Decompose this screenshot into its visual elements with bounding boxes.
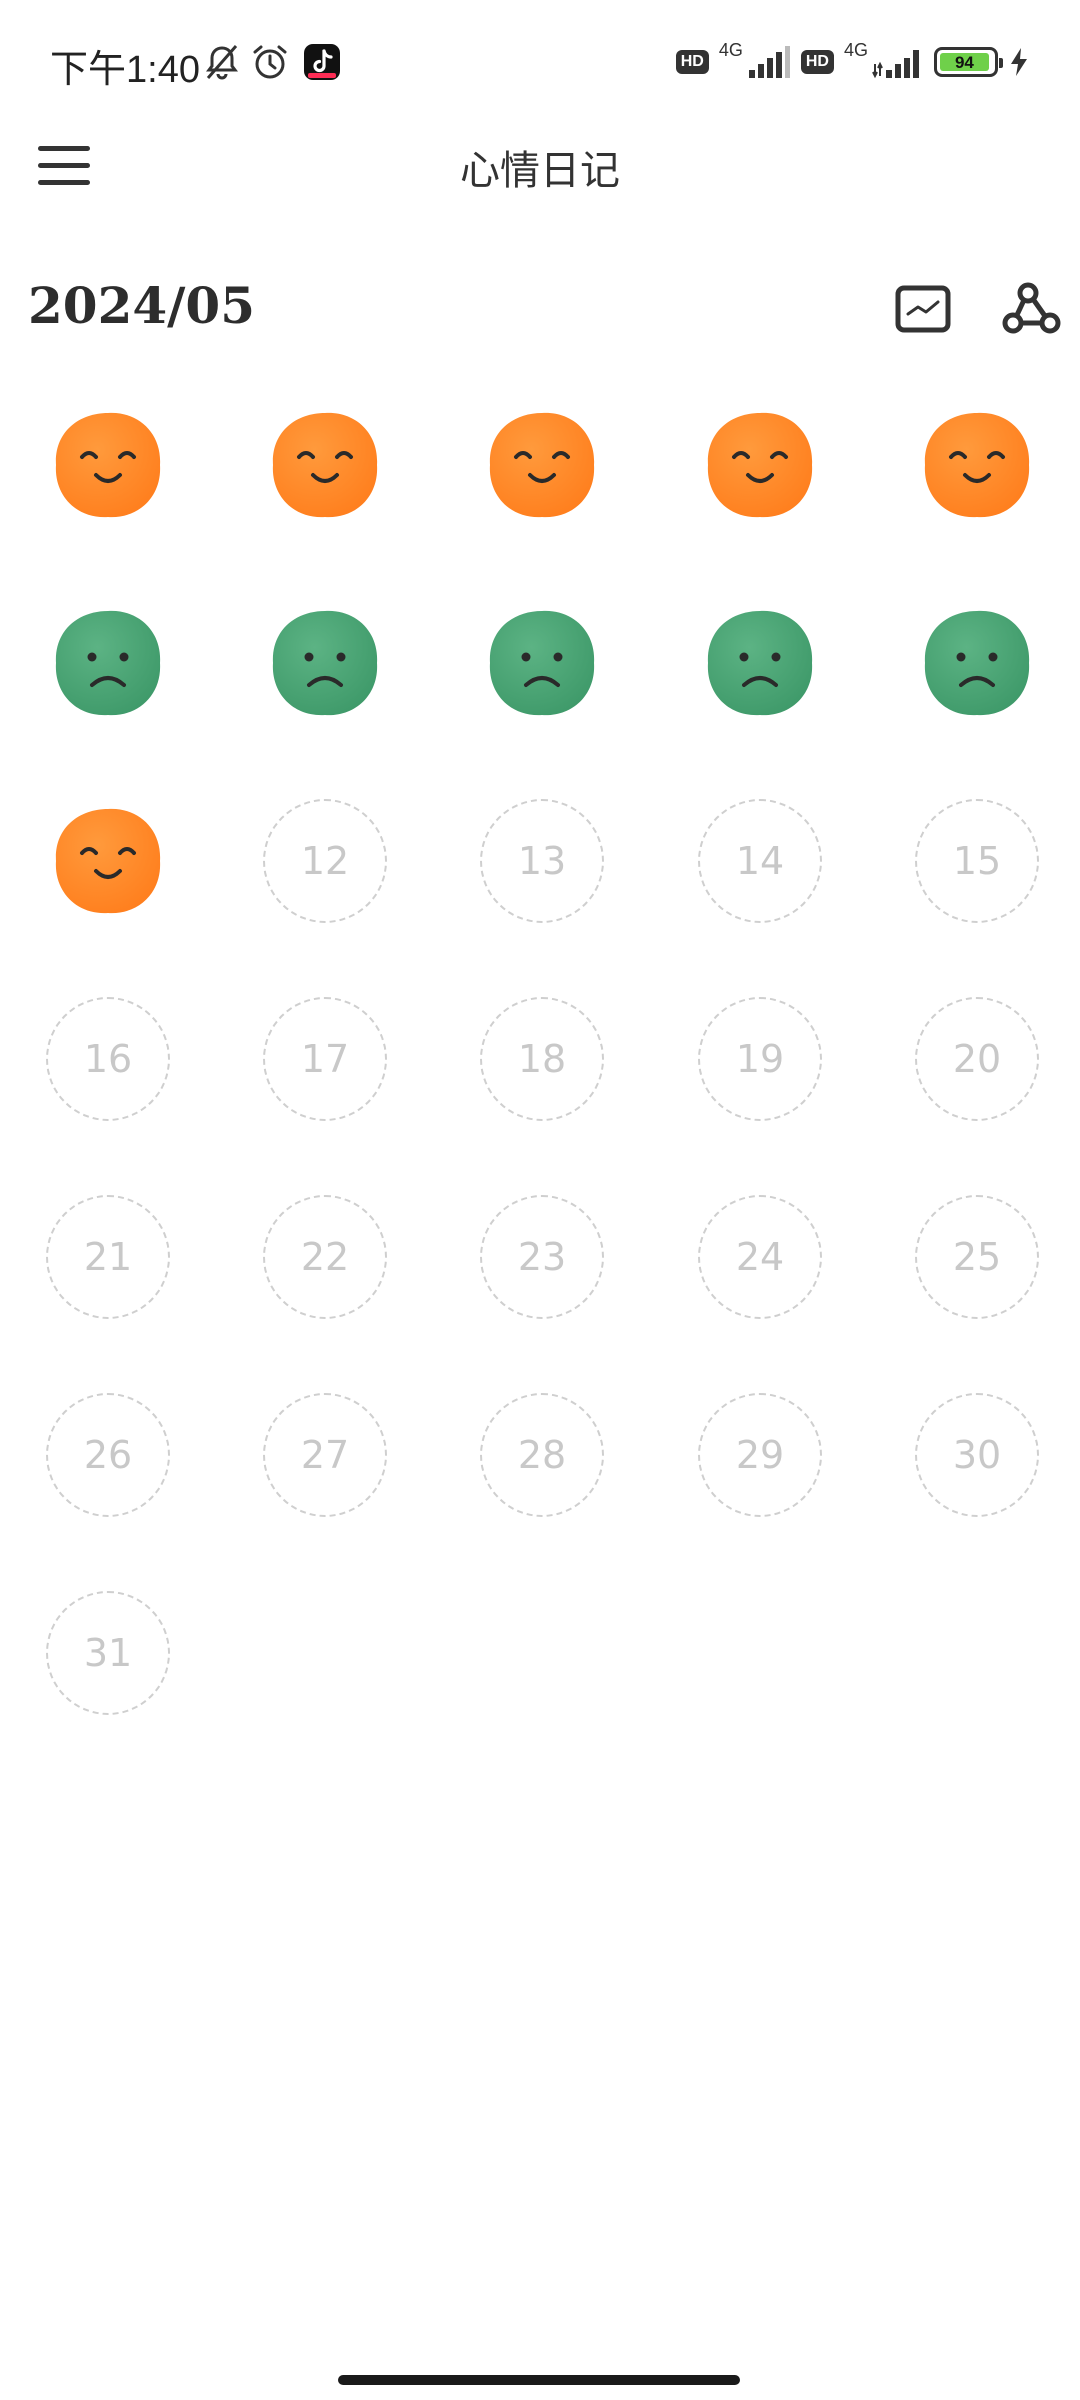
happy-face-icon [707,412,813,518]
empty-day-circle: 29 [698,1393,822,1517]
calendar-day[interactable] [477,400,607,530]
calendar-day[interactable] [695,598,825,728]
battery-icon: 94 [934,47,1003,77]
calendar-day[interactable] [912,598,1042,728]
empty-day-circle: 23 [480,1195,604,1319]
calendar-day[interactable]: 21 [43,1192,173,1322]
sad-face-icon [272,610,378,716]
calendar-day[interactable]: 29 [695,1390,825,1520]
page-title: 心情日记 [460,148,620,194]
tiktok-app-icon [304,44,340,80]
empty-day-circle: 17 [263,997,387,1121]
calendar-day[interactable]: 26 [43,1390,173,1520]
calendar-day[interactable]: 23 [477,1192,607,1322]
month-title: 2024/05 [28,276,256,335]
bell-muted-icon [206,45,238,80]
calendar-day[interactable]: 31 [43,1588,173,1718]
status-right-group: HD 4G HD 4G 94 [675,40,1030,84]
chart-icon [895,285,951,333]
calendar-day[interactable]: 15 [912,796,1042,926]
calendar-day[interactable] [43,598,173,728]
sad-face-icon [489,610,595,716]
calendar-day[interactable]: 17 [260,994,390,1124]
sad-face-icon [924,610,1030,716]
app-bar: 心情日记 [0,120,1080,210]
calendar-day[interactable] [260,598,390,728]
hd-badge-2: HD [800,50,834,74]
calendar-day[interactable]: 22 [260,1192,390,1322]
empty-day-circle: 18 [480,997,604,1121]
calendar-day[interactable]: 13 [477,796,607,926]
happy-face-icon [489,412,595,518]
empty-day-circle: 31 [46,1591,170,1715]
calendar-day[interactable] [477,598,607,728]
empty-day-circle: 27 [263,1393,387,1517]
calendar-day[interactable]: 18 [477,994,607,1124]
battery-level-fill: 94 [940,53,989,71]
empty-day-circle: 24 [698,1195,822,1319]
calendar-day[interactable]: 16 [43,994,173,1124]
charging-bolt-icon [1011,48,1027,76]
alarm-icon [253,45,287,79]
signal-strength-icon-2 [872,50,919,79]
calendar-day[interactable] [695,400,825,530]
share-button[interactable] [998,276,1068,346]
calendar-day[interactable] [43,400,173,530]
battery-percent: 94 [954,52,974,72]
empty-day-circle: 30 [915,1393,1039,1517]
empty-day-circle: 20 [915,997,1039,1121]
status-bar: 下午1:40 HD 4G HD 4G 94 [0,0,1080,120]
happy-face-icon [55,808,161,914]
happy-face-icon [924,412,1030,518]
chart-button[interactable] [888,276,958,346]
calendar-day[interactable]: 25 [912,1192,1042,1322]
calendar-day[interactable] [260,400,390,530]
sad-face-icon [707,610,813,716]
empty-day-circle: 22 [263,1195,387,1319]
calendar-day[interactable]: 14 [695,796,825,926]
calendar-day[interactable]: 20 [912,994,1042,1124]
empty-day-circle: 13 [480,799,604,923]
calendar-day[interactable] [43,796,173,926]
sad-face-icon [55,610,161,716]
empty-day-circle: 28 [480,1393,604,1517]
empty-day-circle: 14 [698,799,822,923]
empty-day-circle: 12 [263,799,387,923]
calendar-day[interactable]: 24 [695,1192,825,1322]
calendar-day[interactable] [912,400,1042,530]
calendar-day[interactable]: 12 [260,796,390,926]
calendar-day[interactable]: 27 [260,1390,390,1520]
calendar-day[interactable]: 28 [477,1390,607,1520]
empty-day-circle: 16 [46,997,170,1121]
home-indicator [338,2375,740,2385]
calendar-day[interactable]: 30 [912,1390,1042,1520]
empty-day-circle: 26 [46,1393,170,1517]
calendar-day[interactable]: 19 [695,994,825,1124]
network-type-1: 4G [718,40,743,60]
battery-cap [999,58,1003,68]
empty-day-circle: 19 [698,997,822,1121]
empty-day-circle: 15 [915,799,1039,923]
signal-strength-icon-1 [748,46,790,78]
share-nodes-icon [1002,282,1061,334]
empty-day-circle: 21 [46,1195,170,1319]
hd-badge-1: HD [675,50,709,74]
network-type-2: 4G [843,40,868,60]
happy-face-icon [55,412,161,518]
status-time: 下午1:40 [50,49,200,91]
happy-face-icon [272,412,378,518]
empty-day-circle: 25 [915,1195,1039,1319]
